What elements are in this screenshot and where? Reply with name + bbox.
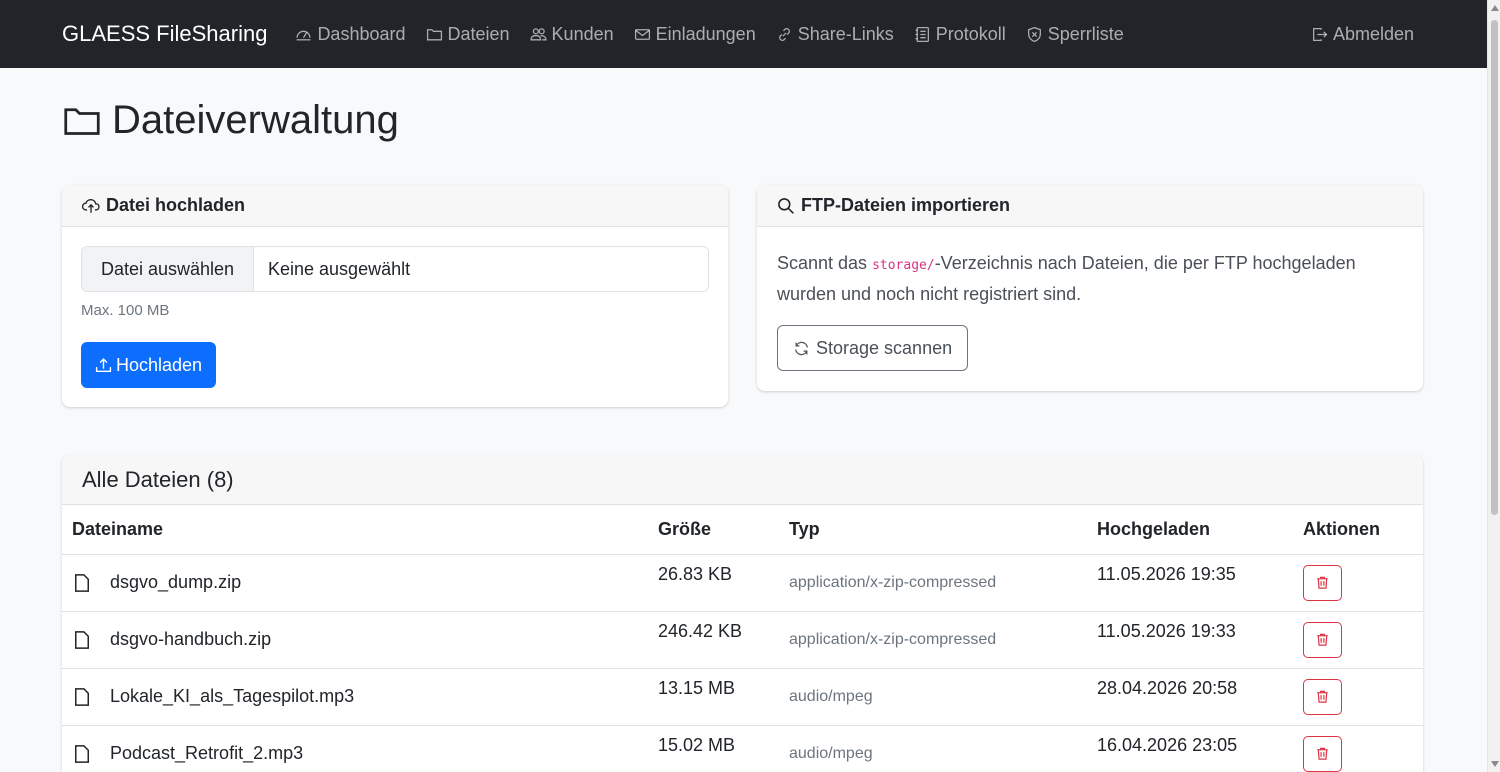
table-row: Podcast_Retrofit_2.mp3 15.02 MB audio/mp…: [62, 725, 1423, 772]
file-type: application/x-zip-compressed: [779, 611, 1087, 669]
ftp-code-path: storage/: [872, 258, 935, 273]
ftp-card: FTP-Dateien importieren Scannt das stora…: [757, 185, 1423, 391]
file-type: audio/mpeg: [779, 725, 1087, 772]
nav-label: Dashboard: [317, 23, 406, 44]
nav-label: Sperrliste: [1047, 23, 1124, 44]
scroll-down-arrow-icon[interactable]: [1491, 761, 1499, 767]
trash-icon: [1317, 633, 1328, 646]
nav-item-sperrliste[interactable]: Sperrliste: [1026, 24, 1124, 45]
brand-logo[interactable]: GLAESS FileSharing: [62, 21, 267, 47]
delete-button[interactable]: [1303, 621, 1342, 658]
folder-icon: [64, 107, 100, 135]
files-table: Dateiname Größe Typ Hochgeladen Aktionen…: [62, 505, 1423, 772]
file-status: Keine ausgewählt: [268, 258, 411, 279]
column-header-uploaded[interactable]: Hochgeladen: [1087, 505, 1293, 555]
upload-header-label: Datei hochladen: [106, 195, 246, 215]
upload-help-text: Max. 100 MB: [81, 302, 170, 319]
file-size: 13.15 MB: [658, 678, 736, 698]
delete-button[interactable]: [1303, 735, 1342, 772]
upload-button[interactable]: Hochladen: [81, 342, 217, 388]
envelope-icon: [634, 26, 651, 43]
table-row: dsgvo-handbuch.zip 246.42 KB application…: [62, 611, 1423, 669]
nav-item-einladungen[interactable]: Einladungen: [634, 24, 756, 45]
nav-item-dashboard[interactable]: Dashboard: [295, 23, 406, 45]
nav-item-share-links[interactable]: Share-Links: [776, 24, 894, 45]
table-row: Lokale_KI_als_Tagespilot.mp3 13.15 MB au…: [62, 668, 1423, 726]
file-uploaded: 11.05.2026 19:35: [1097, 564, 1236, 584]
upload-icon: [95, 357, 112, 372]
upload-card: Datei hochladen Datei auswählen Keine au…: [62, 185, 728, 407]
file-uploaded: 16.04.2026 23:05: [1097, 735, 1238, 755]
nav-label: Kunden: [551, 23, 614, 44]
file-name[interactable]: dsgvo-handbuch.zip: [110, 629, 271, 650]
trash-icon: [1317, 576, 1328, 589]
search-icon: [778, 197, 794, 214]
folder-icon: [426, 26, 443, 43]
file-icon: [75, 744, 89, 763]
column-header-type[interactable]: Typ: [779, 505, 1087, 555]
file-size: 15.02 MB: [658, 735, 736, 755]
scan-storage-button[interactable]: Storage scannen: [777, 325, 969, 371]
files-card-title: Alle Dateien (8): [62, 455, 1423, 505]
column-header-name[interactable]: Dateiname: [62, 505, 648, 555]
choose-file-button[interactable]: Datei auswählen: [82, 247, 254, 291]
file-input[interactable]: Datei auswählen Keine ausgewählt: [81, 246, 709, 292]
nav-label: Share-Links: [797, 23, 894, 44]
file-icon: [75, 573, 89, 592]
page-title-text: Dateiverwaltung: [112, 98, 399, 142]
scan-storage-label: Storage scannen: [816, 337, 953, 358]
file-icon: [75, 687, 89, 706]
file-name[interactable]: dsgvo_dump.zip: [110, 572, 241, 593]
speedometer-icon: [295, 26, 312, 43]
file-name[interactable]: Podcast_Retrofit_2.mp3: [110, 743, 303, 764]
ftp-text-before: Scannt das: [777, 253, 873, 273]
box-arrow-right-icon: [1311, 26, 1328, 43]
file-name-cell: dsgvo_dump.zip: [72, 572, 638, 593]
files-card: Alle Dateien (8) Dateiname Größe Typ Hoc…: [62, 455, 1423, 772]
ftp-description: Scannt das storage/-Verzeichnis nach Dat…: [777, 249, 1407, 309]
logout-label: Abmelden: [1332, 23, 1414, 44]
page-scrollbar[interactable]: [1487, 0, 1500, 772]
link-icon: [776, 26, 793, 43]
upload-button-label: Hochladen: [116, 354, 203, 375]
scroll-up-arrow-icon[interactable]: [1491, 5, 1499, 11]
file-name-cell: Lokale_KI_als_Tagespilot.mp3: [72, 686, 638, 707]
nav-label: Einladungen: [655, 23, 756, 44]
file-type: audio/mpeg: [779, 668, 1087, 726]
column-header-actions: Aktionen: [1293, 505, 1423, 555]
file-uploaded: 28.04.2026 20:58: [1097, 678, 1238, 698]
file-size: 246.42 KB: [658, 621, 743, 641]
ftp-card-header: FTP-Dateien importieren: [757, 185, 1423, 227]
table-header-row: Dateiname Größe Typ Hochgeladen Aktionen: [62, 505, 1423, 555]
delete-button[interactable]: [1303, 564, 1342, 601]
people-icon: [529, 26, 547, 43]
nav-item-kunden[interactable]: Kunden: [529, 23, 614, 45]
journal-icon: [914, 26, 931, 43]
nav-item-dateien[interactable]: Dateien: [426, 24, 510, 45]
delete-button[interactable]: [1303, 678, 1342, 715]
trash-icon: [1317, 747, 1328, 760]
shield-x-icon: [1026, 26, 1043, 43]
cloud-upload-icon: [82, 198, 100, 213]
table-row: dsgvo_dump.zip 26.83 KB application/x-zi…: [62, 554, 1423, 612]
file-type: application/x-zip-compressed: [779, 554, 1087, 612]
page-title: Dateiverwaltung: [62, 98, 399, 143]
logout-link[interactable]: Abmelden: [1311, 0, 1414, 68]
ftp-header-label: FTP-Dateien importieren: [801, 195, 1011, 215]
column-header-size[interactable]: Größe: [648, 505, 779, 555]
file-name[interactable]: Lokale_KI_als_Tagespilot.mp3: [110, 686, 354, 707]
file-name-cell: dsgvo-handbuch.zip: [72, 629, 638, 650]
file-name-cell: Podcast_Retrofit_2.mp3: [72, 743, 638, 764]
file-icon: [75, 630, 89, 649]
nav-label: Dateien: [447, 23, 510, 44]
arrow-repeat-icon: [795, 341, 808, 355]
nav-label: Protokoll: [935, 23, 1006, 44]
file-uploaded: 11.05.2026 19:33: [1097, 621, 1236, 641]
upload-card-header: Datei hochladen: [62, 185, 728, 227]
navbar: GLAESS FileSharing Dashboard Dateien Kun…: [0, 0, 1487, 68]
scroll-thumb[interactable]: [1491, 20, 1498, 515]
trash-icon: [1317, 690, 1328, 703]
file-size: 26.83 KB: [658, 564, 733, 584]
nav-item-protokoll[interactable]: Protokoll: [914, 24, 1006, 45]
